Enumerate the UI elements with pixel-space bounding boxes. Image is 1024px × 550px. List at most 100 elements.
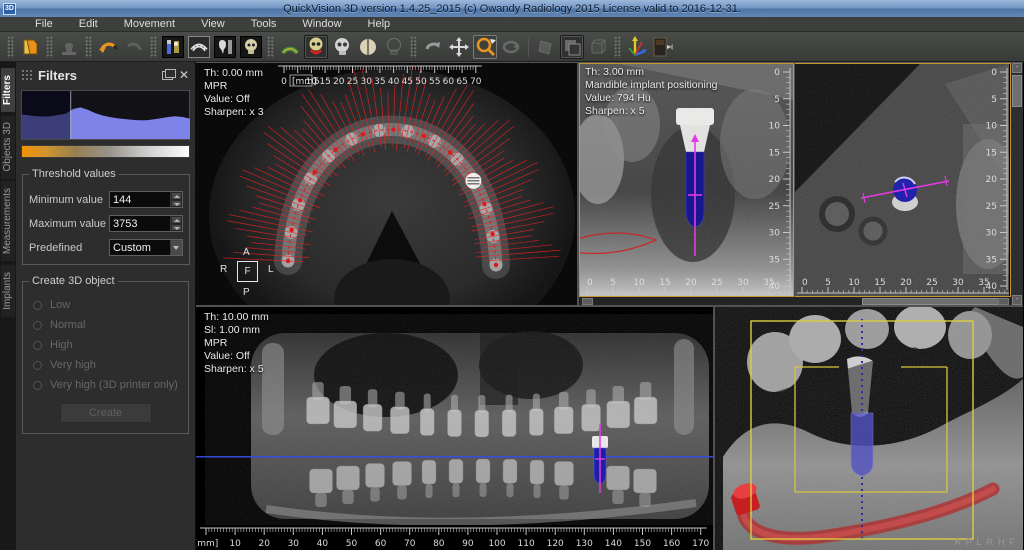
cross-section-layout-icon[interactable] [213,35,237,59]
skull-outline-icon[interactable] [382,35,406,59]
clip-plane-icon[interactable] [534,35,558,59]
panoramic-layout-icon[interactable] [187,35,211,59]
tab-implants[interactable]: Implants [1,265,15,317]
toolbar-grip[interactable] [267,36,274,58]
panoramic-info-overlay: Th: 10.00 mm Sl: 1.00 mm MPR Value: Off … [204,311,269,376]
rotate-icon[interactable] [421,35,445,59]
axes-widget-icon[interactable] [625,35,649,59]
toolbar-grip[interactable] [150,36,157,58]
panel-grip[interactable] [21,69,34,82]
scroll-thumb[interactable] [1012,75,1022,107]
scroll-left-button[interactable] [582,298,593,305]
scroll-down-button[interactable]: - [1012,295,1022,305]
stamp-icon[interactable] [57,35,81,59]
maximum-value-input[interactable]: 3753 [109,215,183,232]
panel-toggle-icon[interactable] [651,35,675,59]
radio-high[interactable]: High [33,339,182,351]
orient-f[interactable]: F [1010,537,1016,547]
predefined-dropdown[interactable]: Custom [109,239,183,256]
vertical-scrollbar[interactable]: - - [1011,63,1023,305]
horizontal-scroll-thumb[interactable] [862,298,1002,305]
horizontal-scroll-strip [579,297,1011,305]
radio-low[interactable]: Low [33,299,182,311]
svg-text:50: 50 [346,539,358,549]
viewport-area: Th: 0.00 mm MPR Value: Off Sharpen: x 3 … [196,62,1023,550]
title-bar[interactable]: 3D QuickVision 3D version 1.4.25_2015 (c… [0,0,1024,17]
svg-text:90: 90 [462,539,474,549]
toolbar-grip[interactable] [46,36,53,58]
histogram[interactable] [21,90,190,140]
menu-view[interactable]: View [188,17,238,32]
svg-text:150: 150 [634,539,651,549]
radio-normal[interactable]: Normal [33,319,182,331]
menu-window[interactable]: Window [289,17,354,32]
mandible-skull-icon[interactable] [304,35,328,59]
svg-text:160: 160 [663,539,680,549]
viewport-3d-volume[interactable]: A P L R H F [715,307,1023,550]
filters-panel: Filters ✕ Threshold values Minimum value… [16,62,196,550]
toolbar-grip[interactable] [410,36,417,58]
float-panel-icon[interactable] [162,71,173,80]
tab-measurements[interactable]: Measurements [1,181,15,261]
svg-text:30: 30 [288,539,300,549]
create-3d-legend: Create 3D object [29,275,118,287]
viewport-implant-axial[interactable]: 0510152025303540 05101520253035 [795,63,1011,297]
rotate-3d-icon[interactable] [499,35,523,59]
svg-text:80: 80 [433,539,445,549]
toolbar-grip[interactable] [614,36,621,58]
threshold-group: Threshold values Minimum value 144 Maxim… [22,168,190,265]
menu-bar: File Edit Movement View Tools Window Hel… [0,17,1024,32]
svg-text:40: 40 [317,539,329,549]
svg-text:10: 10 [229,539,241,549]
tab-objects-3d[interactable]: Objects 3D [1,115,15,178]
svg-text:130: 130 [576,539,593,549]
density-gradient-bar [21,145,190,158]
close-panel-icon[interactable]: ✕ [179,70,189,80]
implant-list-icon[interactable] [161,35,185,59]
orient-l[interactable]: L [976,537,981,547]
orientation-compass: A R F L P [206,251,292,303]
orient-p[interactable]: P [965,537,971,547]
dental-arch-icon[interactable] [278,35,302,59]
toolbar-separator [528,37,529,57]
viewport-axial-mpr[interactable]: Th: 0.00 mm MPR Value: Off Sharpen: x 3 … [196,63,577,305]
radio-very-high[interactable]: Very high [33,359,182,371]
minimum-value-input[interactable]: 144 [109,191,183,208]
soft-tissue-sphere-icon[interactable] [356,35,380,59]
minimum-value-spinner[interactable] [170,192,182,207]
skull-3d-icon[interactable] [239,35,263,59]
viewport-panoramic[interactable]: Th: 10.00 mm Sl: 1.00 mm MPR Value: Off … [196,307,713,550]
predefined-label: Predefined [29,242,109,254]
undo-icon[interactable] [96,35,120,59]
svg-text:170: 170 [692,539,709,549]
orient-h[interactable]: H [998,537,1005,547]
window-title: QuickVision 3D version 1.4.25_2015 (c) O… [0,3,1024,15]
menu-tools[interactable]: Tools [238,17,290,32]
create-button[interactable]: Create [60,403,152,423]
orient-r[interactable]: R [987,537,994,547]
open-patient-icon[interactable] [18,35,42,59]
zoom-icon[interactable] [473,35,497,59]
radio-very-high-3d-printer[interactable]: Very high (3D printer only) [33,379,182,391]
scroll-up-button[interactable]: - [1012,63,1022,73]
cross-section-info-overlay: Th: 3.00 mm Mandible implant positioning… [585,66,718,118]
dropdown-arrow-icon[interactable] [170,240,182,255]
menu-file[interactable]: File [22,17,66,32]
scroll-right-button[interactable] [998,298,1009,305]
menu-movement[interactable]: Movement [111,17,188,32]
menu-edit[interactable]: Edit [66,17,111,32]
maximum-value-spinner[interactable] [170,216,182,231]
toolbar-grip[interactable] [85,36,92,58]
tab-filters[interactable]: Filters [1,68,15,112]
menu-help[interactable]: Help [355,17,404,32]
pan-icon[interactable] [447,35,471,59]
svg-text:[mm]: [mm] [196,539,218,549]
svg-text:70: 70 [404,539,416,549]
toolbar-grip[interactable] [7,36,14,58]
viewport-cross-section[interactable]: Th: 3.00 mm Mandible implant positioning… [579,63,794,297]
clip-cube-icon[interactable] [586,35,610,59]
redo-icon[interactable] [122,35,146,59]
skull-bone-icon[interactable] [330,35,354,59]
clip-box-icon[interactable] [560,35,584,59]
orient-a[interactable]: A [954,537,960,547]
